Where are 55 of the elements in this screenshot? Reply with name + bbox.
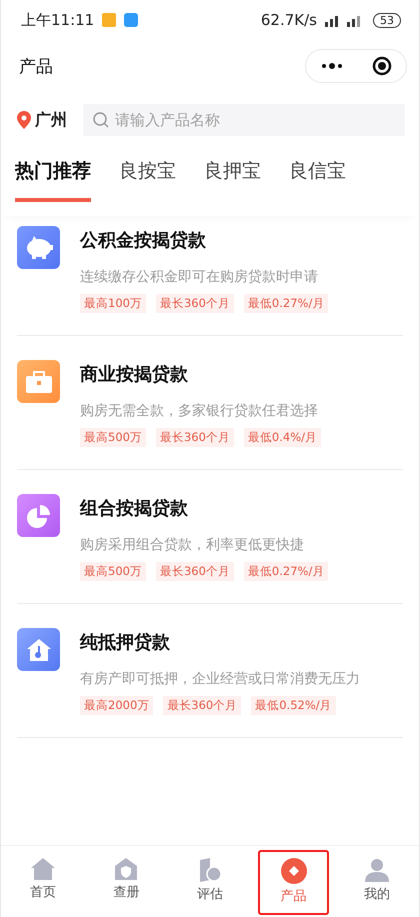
nav-tab[interactable]: 评估 (174, 850, 246, 915)
product-tag: 最长360个月 (156, 428, 234, 447)
category-tab[interactable]: 良信宝 (289, 158, 346, 202)
user-icon (365, 858, 390, 882)
city-selector[interactable]: 广州 (35, 110, 67, 130)
battery-level: 53 (373, 12, 401, 28)
product-tag: 最长360个月 (156, 294, 234, 313)
nav-tab[interactable]: 产品 (258, 850, 330, 915)
location-pin-icon (17, 111, 31, 129)
diamond-circle-icon (280, 858, 307, 884)
product-card[interactable]: 组合按揭贷款 购房采用组合贷款，利率更低更快捷 最高500万 最长360个月 最低0.27%/月 (17, 484, 403, 604)
pie-chart-icon (17, 494, 60, 537)
search-field[interactable]: 请输入产品名称 (83, 104, 405, 136)
piggy-bank-icon (17, 226, 60, 269)
product-tag: 最长360个月 (163, 696, 242, 715)
product-tag: 最高500万 (80, 562, 146, 581)
product-card[interactable]: 纯抵押贷款 有房产即可抵押，企业经营或日常消费无压力 最高2000万 最长360个月 最低0.52%/月 (17, 618, 403, 738)
product-tag: 最低0.52%/月 (251, 696, 336, 715)
nav-tab[interactable]: 首页 (7, 850, 79, 915)
category-tab[interactable]: 热门推荐 (15, 158, 91, 202)
category-tab[interactable]: 良押宝 (204, 158, 261, 202)
product-name: 公积金按揭贷款 (80, 229, 207, 252)
shield-house-icon (115, 858, 138, 880)
product-card[interactable]: 商业按揭贷款 购房无需全款，多家银行贷款任君选择 最高500万 最长360个月 最低0.4%/月 (17, 350, 403, 470)
product-description: 购房采用组合贷款，利率更低更快捷 (80, 536, 305, 554)
product-tag: 最高2000万 (80, 696, 154, 715)
product-description: 购房无需全款，多家银行贷款任君选择 (80, 402, 319, 420)
home-icon (30, 858, 55, 880)
product-name: 组合按揭贷款 (80, 497, 189, 520)
product-card[interactable]: 公积金按揭贷款 连续缴存公积金即可在购房贷款时申请 最高100万 最长360个月 最低0.27%/月 (17, 216, 403, 336)
document-coin-icon (198, 858, 222, 882)
close-target-icon[interactable] (372, 56, 392, 76)
product-name: 商业按揭贷款 (80, 363, 189, 386)
product-tag: 最低0.4%/月 (244, 428, 321, 447)
product-tag: 最高100万 (80, 294, 146, 313)
product-description: 连续缴存公积金即可在购房贷款时申请 (80, 268, 319, 286)
status-time: 上午11:11 (21, 10, 94, 30)
product-tag: 最低0.27%/月 (244, 294, 328, 313)
briefcase-icon (17, 360, 60, 403)
category-tab[interactable]: 良按宝 (119, 158, 176, 202)
search-icon (93, 112, 109, 128)
product-name: 纯抵押贷款 (80, 631, 171, 654)
house-key-icon (17, 628, 60, 671)
product-tag: 最长360个月 (156, 562, 234, 581)
app-notification-icon (124, 13, 138, 27)
capsule-menu[interactable] (305, 49, 407, 83)
product-tag: 最高500万 (80, 428, 146, 447)
nav-tab[interactable]: 我的 (341, 850, 413, 915)
page-title: 产品 (19, 56, 53, 78)
product-tag: 最低0.27%/月 (244, 562, 328, 581)
product-description: 有房产即可抵押，企业经营或日常消费无压力 (80, 670, 360, 688)
nav-tab[interactable]: 查册 (90, 850, 162, 915)
app-notification-icon (102, 13, 116, 27)
more-icon[interactable] (320, 63, 342, 69)
network-speed: 62.7K/s (260, 11, 317, 29)
